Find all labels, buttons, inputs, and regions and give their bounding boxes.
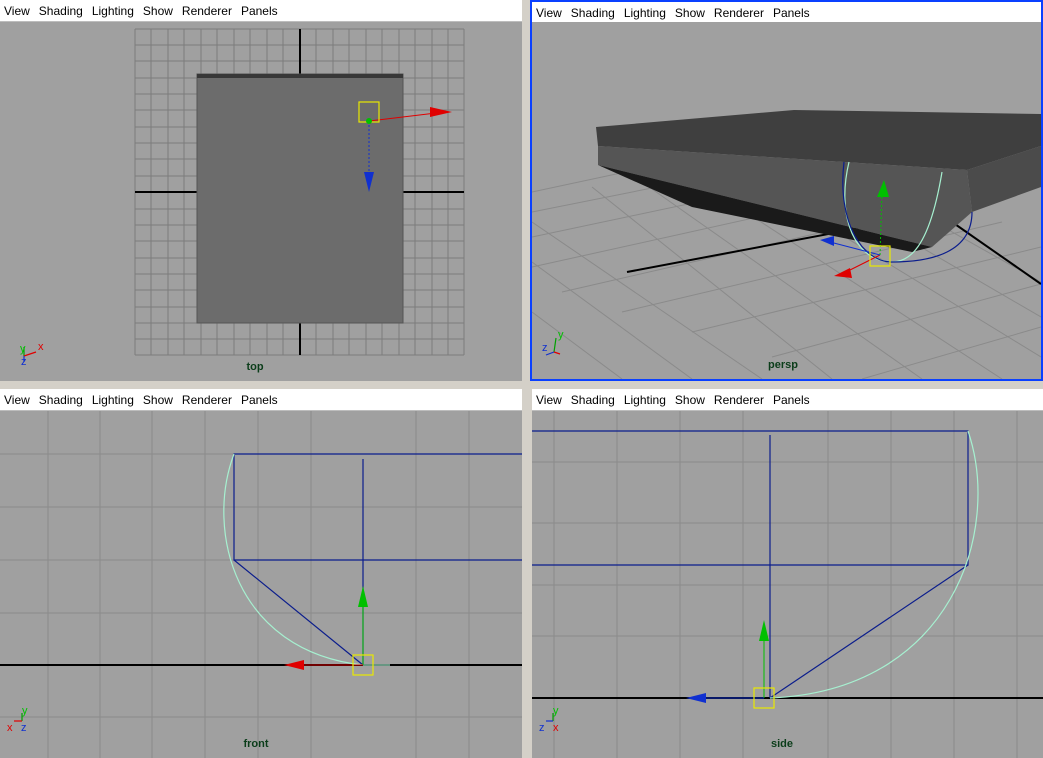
menu-lighting[interactable]: Lighting (624, 393, 666, 407)
wireframe-side (532, 430, 969, 699)
viewport-side[interactable]: y z x side (532, 411, 1043, 758)
axis-label-x: x (7, 722, 13, 734)
viewport-front-pane[interactable]: View Shading Lighting Show Renderer Pane… (0, 389, 522, 758)
menu-lighting[interactable]: Lighting (624, 6, 666, 20)
grid (532, 411, 1043, 758)
axis-label-y: y (20, 343, 26, 355)
viewport-persp-pane[interactable]: View Shading Lighting Show Renderer Pane… (530, 0, 1043, 381)
viewport-side-pane[interactable]: View Shading Lighting Show Renderer Pane… (532, 389, 1043, 758)
menu-show[interactable]: Show (675, 6, 705, 20)
menu-view[interactable]: View (536, 393, 562, 407)
mesh-persp[interactable] (596, 110, 1041, 252)
menu-lighting[interactable]: Lighting (92, 4, 134, 18)
axis-triad-icon: y z (542, 329, 564, 356)
axis-label-y: y (553, 705, 559, 717)
menu-view[interactable]: View (4, 393, 30, 407)
viewport-persp[interactable]: y z persp (532, 22, 1041, 379)
menu-show[interactable]: Show (675, 393, 705, 407)
move-manipulator-icon[interactable] (686, 620, 775, 709)
viewport-front[interactable]: y x z front (0, 411, 522, 758)
camera-label-persp: persp (768, 359, 798, 371)
side-view-canvas: y z x (532, 411, 1043, 758)
axis-label-z: z (21, 356, 27, 368)
camera-label-side: side (770, 738, 794, 750)
axis-triad-icon: y x z (20, 341, 44, 368)
menu-panels[interactable]: Panels (241, 393, 278, 407)
top-view-canvas: y x z (20, 28, 465, 368)
axis-label-y: y (558, 329, 564, 341)
mesh-edge-highlight (197, 74, 403, 78)
wireframe-front (233, 453, 522, 666)
axis-label-z: z (542, 342, 548, 354)
axis-label-z: z (21, 722, 27, 734)
menu-shading[interactable]: Shading (571, 6, 615, 20)
menu-lighting[interactable]: Lighting (92, 393, 134, 407)
menu-shading[interactable]: Shading (571, 393, 615, 407)
menu-panels[interactable]: Panels (773, 6, 810, 20)
menu-renderer[interactable]: Renderer (714, 6, 764, 20)
axis-label-z: z (539, 722, 545, 734)
axis-label-x: x (553, 722, 559, 734)
front-view-canvas: y x z (0, 411, 522, 758)
menu-view[interactable]: View (4, 4, 30, 18)
axis-triad-icon: y x z (7, 705, 28, 734)
menu-renderer[interactable]: Renderer (182, 4, 232, 18)
grid-axis-z (951, 221, 1041, 285)
axis-label-y: y (22, 705, 28, 717)
menu-view[interactable]: View (536, 6, 562, 20)
menu-shading[interactable]: Shading (39, 4, 83, 18)
menu-show[interactable]: Show (143, 393, 173, 407)
axis-triad-icon: y z x (539, 705, 559, 734)
menu-panels[interactable]: Panels (241, 4, 278, 18)
viewport-menubar: View Shading Lighting Show Renderer Pane… (532, 2, 1041, 24)
viewport-top[interactable]: y x z top (0, 22, 522, 381)
menu-show[interactable]: Show (143, 4, 173, 18)
menu-shading[interactable]: Shading (39, 393, 83, 407)
grid (0, 411, 522, 758)
viewport-top-pane[interactable]: View Shading Lighting Show Renderer Pane… (0, 0, 522, 381)
axis-label-x: x (38, 341, 44, 353)
viewport-menubar: View Shading Lighting Show Renderer Pane… (0, 0, 522, 22)
persp-view-canvas: y z (532, 110, 1041, 379)
menu-renderer[interactable]: Renderer (182, 393, 232, 407)
viewport-menubar: View Shading Lighting Show Renderer Pane… (532, 389, 1043, 411)
viewport-menubar: View Shading Lighting Show Renderer Pane… (0, 389, 522, 411)
menu-panels[interactable]: Panels (773, 393, 810, 407)
mesh-top-view[interactable] (196, 73, 404, 324)
camera-label-top: top (246, 361, 264, 373)
camera-label-front: front (243, 738, 269, 750)
menu-renderer[interactable]: Renderer (714, 393, 764, 407)
